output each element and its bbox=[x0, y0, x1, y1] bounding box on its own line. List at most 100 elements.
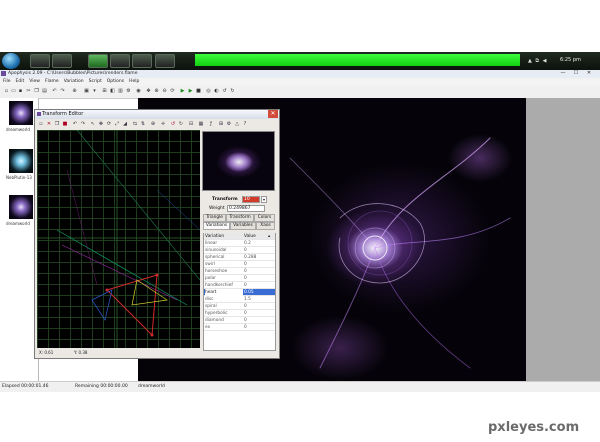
reset-icon[interactable]: ■ bbox=[62, 121, 68, 127]
mutate-icon[interactable]: ⚙ bbox=[126, 89, 131, 94]
taskbar-button-1[interactable] bbox=[30, 54, 50, 68]
variation-row[interactable]: polar 0 bbox=[204, 275, 275, 282]
tab-variations[interactable]: Variations bbox=[203, 222, 230, 230]
save-icon[interactable]: ▪ bbox=[18, 89, 23, 94]
play-icon[interactable]: ▶ bbox=[180, 89, 185, 94]
triangle-grid-canvas[interactable] bbox=[37, 130, 200, 348]
thumbnail-image[interactable] bbox=[9, 101, 33, 125]
copy-icon[interactable]: ❐ bbox=[34, 89, 39, 94]
render-icon[interactable]: ◉ bbox=[136, 89, 141, 94]
duplicate-transform-icon[interactable]: ❐ bbox=[54, 121, 60, 127]
triangles-icon[interactable]: △ bbox=[234, 121, 240, 127]
post-transform-icon[interactable]: ⊞ bbox=[218, 121, 224, 127]
variation-value[interactable]: 0 bbox=[244, 324, 247, 331]
variation-row[interactable]: swirl 0 bbox=[204, 261, 275, 268]
variation-value[interactable]: 0 bbox=[244, 303, 247, 310]
editor-close-button[interactable]: ✕ bbox=[268, 110, 278, 118]
transform-select[interactable]: 10 bbox=[242, 196, 260, 203]
scale-down-icon[interactable]: ⊟ bbox=[188, 121, 194, 127]
variation-value[interactable]: 0.288 bbox=[244, 254, 256, 261]
zoom-out-icon[interactable]: ⊖ bbox=[162, 89, 167, 94]
start-orb-icon[interactable] bbox=[2, 53, 20, 69]
tab-variables[interactable]: Variables bbox=[230, 222, 256, 230]
variation-row[interactable]: spiral 0 bbox=[204, 303, 275, 310]
variation-row[interactable]: diamond 0 bbox=[204, 317, 275, 324]
variation-row[interactable]: horseshoe 0 bbox=[204, 268, 275, 275]
tab-triangle[interactable]: Triangle bbox=[203, 214, 226, 222]
system-tray-icons[interactable]: ▲ ⧉ ◀ bbox=[528, 58, 547, 64]
undo-icon[interactable]: ↶ bbox=[72, 121, 78, 127]
new-icon[interactable]: ▫ bbox=[4, 89, 9, 94]
grid-icon[interactable]: ▦ bbox=[198, 121, 204, 127]
variation-row[interactable]: sinusoidal 0 bbox=[204, 247, 275, 254]
zoom-icon[interactable]: ⊕ bbox=[72, 89, 77, 94]
undo-icon[interactable]: ↶ bbox=[52, 89, 57, 94]
explore-icon[interactable]: ✥ bbox=[146, 89, 151, 94]
variation-value[interactable]: 0 bbox=[244, 282, 247, 289]
redo-icon[interactable]: ↷ bbox=[60, 89, 65, 94]
variation-value[interactable]: 0 bbox=[244, 247, 247, 254]
maximize-button[interactable]: ☐ bbox=[570, 70, 582, 76]
refresh-icon[interactable]: ↺ bbox=[222, 89, 227, 94]
rotate-icon[interactable]: ⟳ bbox=[170, 89, 175, 94]
close-button[interactable]: ✕ bbox=[583, 70, 595, 76]
variation-row[interactable]: linear 0.2 bbox=[204, 240, 275, 247]
menu-view[interactable]: View bbox=[29, 79, 40, 84]
taskbar-button-6[interactable] bbox=[155, 54, 175, 68]
thumbnail-image[interactable] bbox=[9, 149, 33, 173]
flip-vertical-icon[interactable]: ⇅ bbox=[140, 121, 146, 127]
menu-options[interactable]: Options bbox=[107, 79, 124, 84]
tab-xaos[interactable]: Xaos bbox=[256, 222, 275, 230]
menu-flame[interactable]: Flame bbox=[45, 79, 59, 84]
variation-value[interactable]: 0 bbox=[244, 275, 247, 282]
active-window-bar[interactable] bbox=[195, 54, 520, 66]
taskbar-button-5[interactable] bbox=[132, 54, 152, 68]
help-icon[interactable]: ? bbox=[242, 121, 248, 127]
transform-icon[interactable]: ◎ bbox=[206, 89, 211, 94]
delete-transform-icon[interactable]: ✕ bbox=[46, 121, 52, 127]
rotate-icon[interactable]: ⟳ bbox=[106, 121, 112, 127]
cut-icon[interactable]: ✂ bbox=[26, 89, 31, 94]
menu-variation[interactable]: Variation bbox=[64, 79, 84, 84]
minimize-button[interactable]: — bbox=[557, 70, 569, 76]
zoom-icon[interactable]: ⊕ bbox=[150, 121, 156, 127]
thumbnail-label[interactable]: NebPlutin-13 bbox=[6, 175, 32, 180]
play-next-icon[interactable]: ▶ bbox=[188, 89, 193, 94]
fractal-render-canvas[interactable] bbox=[280, 98, 526, 381]
flip-icon[interactable]: ◐ bbox=[214, 89, 219, 94]
target-icon[interactable]: ✛ bbox=[160, 121, 166, 127]
variation-value[interactable]: 1.5 bbox=[244, 296, 251, 303]
tab-transform[interactable]: Transform bbox=[226, 214, 254, 222]
scale-icon[interactable]: ⤢ bbox=[114, 121, 120, 127]
open-icon[interactable]: ▭ bbox=[11, 89, 16, 94]
menu-edit[interactable]: Edit bbox=[16, 79, 25, 84]
variation-value[interactable]: 0 bbox=[244, 317, 247, 324]
rotate-left-icon[interactable]: ↺ bbox=[170, 121, 176, 127]
variation-value[interactable]: 0 bbox=[244, 268, 247, 275]
rotate-right-icon[interactable]: ↻ bbox=[178, 121, 184, 127]
menu-script[interactable]: Script bbox=[89, 79, 102, 84]
taskbar-button-apophysis[interactable] bbox=[88, 54, 108, 68]
variation-row[interactable]: hyperbolic 0 bbox=[204, 310, 275, 317]
variation-row-selected[interactable]: heart 0.05 bbox=[204, 289, 275, 296]
view-mode-icon[interactable]: ▣ bbox=[84, 89, 89, 94]
transform-select-chevron-icon[interactable]: ▾ bbox=[261, 196, 267, 203]
dropdown-icon[interactable]: ▾ bbox=[92, 89, 97, 94]
taskbar-button-2[interactable] bbox=[52, 54, 72, 68]
thumbnail-label[interactable]: dreamworld bbox=[6, 127, 30, 132]
paste-icon[interactable]: ▤ bbox=[42, 89, 47, 94]
graph-icon[interactable]: ◢ bbox=[122, 121, 128, 127]
variation-row[interactable]: spherical 0.288 bbox=[204, 254, 275, 261]
variation-value[interactable]: 0 bbox=[244, 310, 247, 317]
variation-value[interactable]: 0.05 bbox=[244, 289, 254, 296]
variation-value[interactable]: 0.2 bbox=[244, 240, 251, 247]
weight-input[interactable]: 0.249867 bbox=[227, 205, 265, 212]
variation-value[interactable]: 0 bbox=[244, 261, 247, 268]
redo-icon[interactable]: ↷ bbox=[80, 121, 86, 127]
menu-file[interactable]: File bbox=[3, 79, 11, 84]
sort-chevron-icon[interactable]: ▴ bbox=[268, 233, 270, 240]
gradient-icon[interactable]: ▥ bbox=[118, 89, 123, 94]
menu-help[interactable]: Help bbox=[129, 79, 139, 84]
new-transform-icon[interactable]: ▫ bbox=[38, 121, 44, 127]
tab-colors[interactable]: Colors bbox=[254, 214, 275, 222]
